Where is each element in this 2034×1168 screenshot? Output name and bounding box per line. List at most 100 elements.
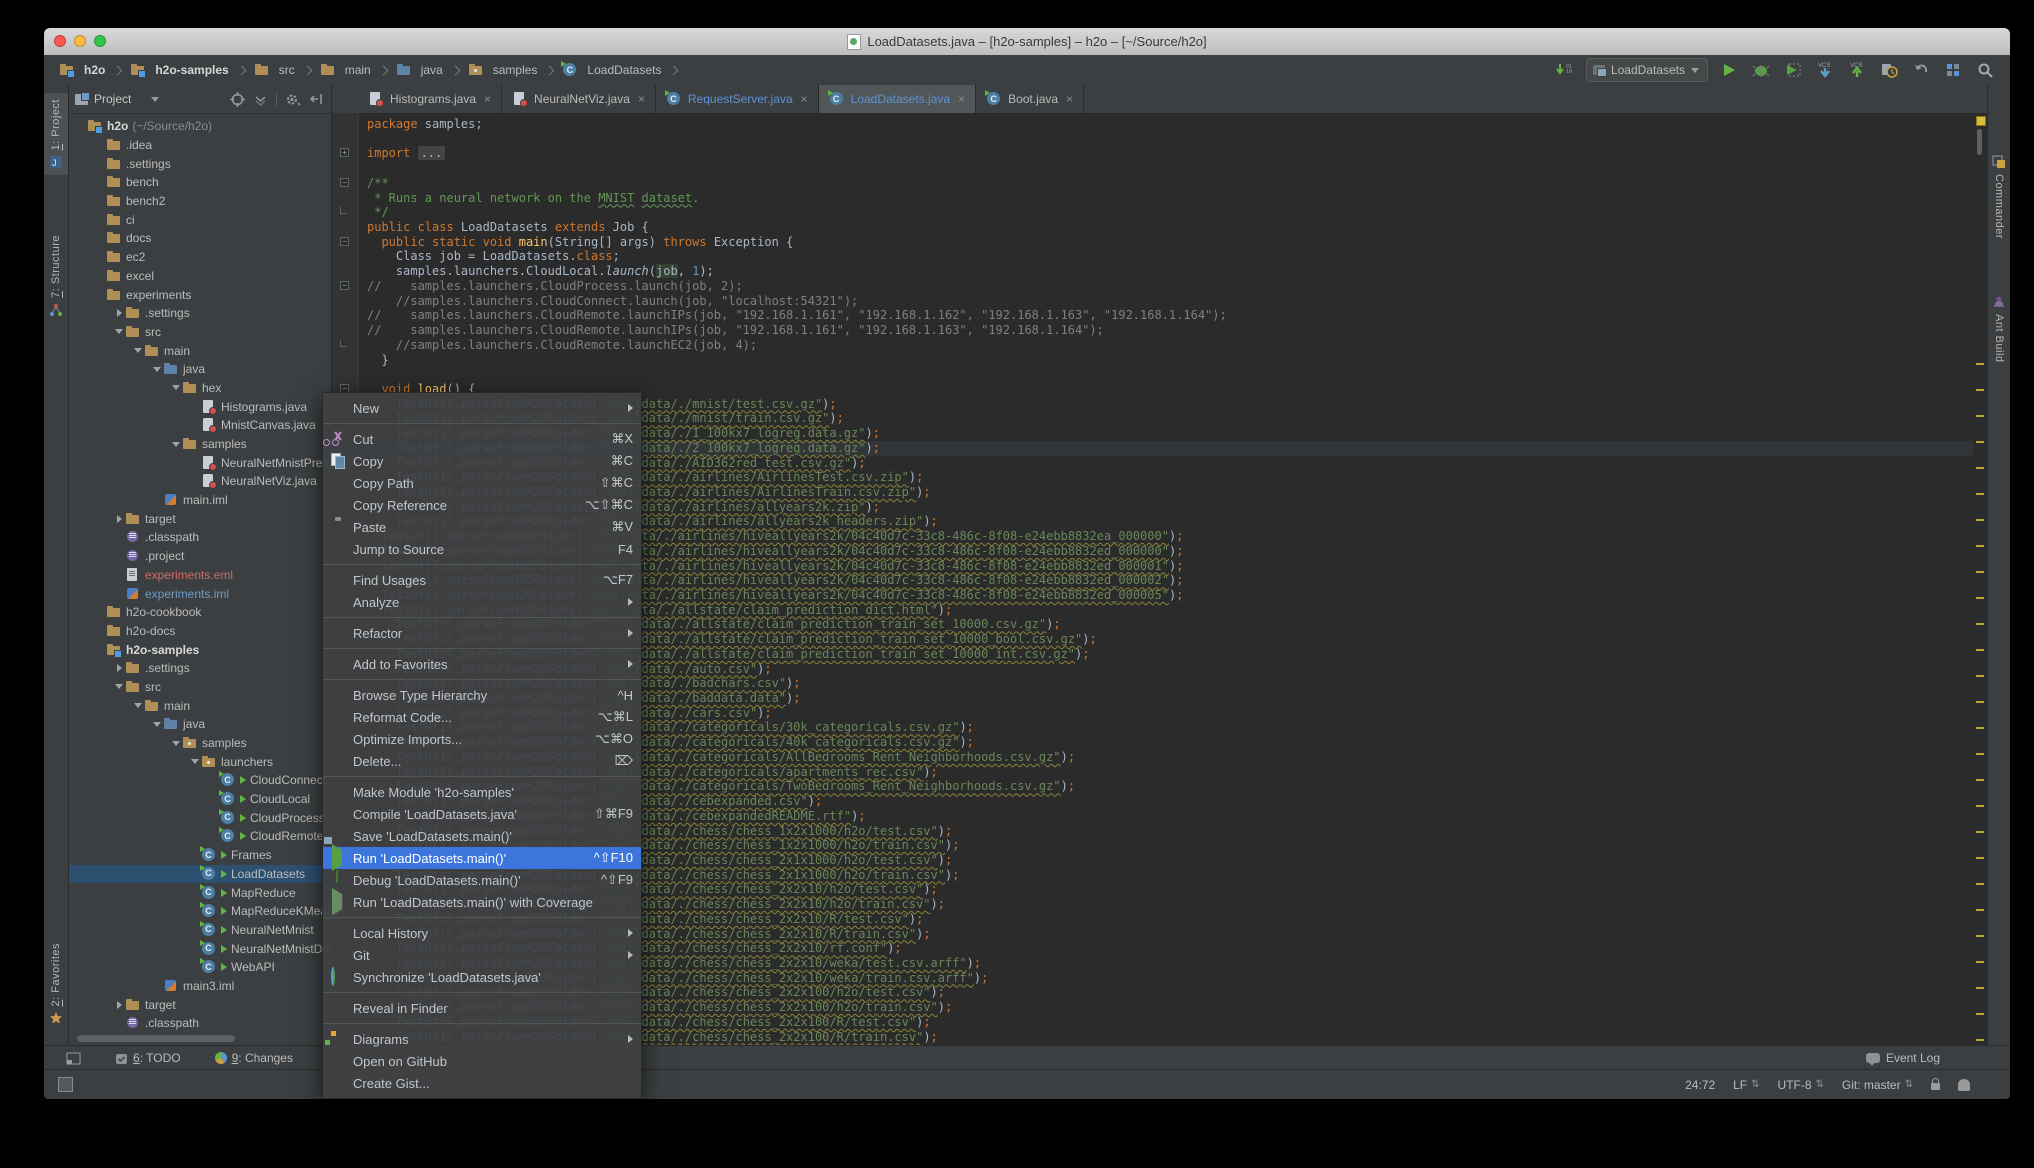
collapse-arrow-icon[interactable] — [113, 309, 125, 317]
menu-item-new[interactable]: New — [323, 397, 641, 419]
code-line[interactable]: package samples; — [367, 117, 1973, 132]
tree-item-target[interactable]: target — [69, 509, 331, 528]
fold-marker-icon[interactable] — [340, 207, 347, 214]
warning-stripe-mark[interactable] — [1976, 987, 1984, 989]
highlighting-level-icon[interactable] — [1958, 1079, 1970, 1091]
warning-stripe-mark[interactable] — [1976, 545, 1984, 547]
undo-icon[interactable] — [1910, 59, 1932, 81]
warning-stripe-mark[interactable] — [1976, 779, 1984, 781]
expand-arrow-icon[interactable] — [132, 348, 144, 353]
warning-stripe-mark[interactable] — [1976, 701, 1984, 703]
history-icon[interactable] — [1878, 59, 1900, 81]
tree-item-main[interactable]: main — [69, 341, 331, 360]
caret-position[interactable]: 24:72 — [1685, 1078, 1715, 1092]
menu-item-analyze[interactable]: Analyze — [323, 591, 641, 613]
tree-item-h2o-samples[interactable]: h2o-samples — [69, 640, 331, 659]
warning-stripe-mark[interactable] — [1976, 649, 1984, 651]
search-icon[interactable] — [1974, 59, 1996, 81]
code-line[interactable]: // samples.launchers.CloudRemote.launchI… — [367, 308, 1973, 323]
debug-button[interactable] — [1750, 59, 1772, 81]
breadcrumb-item-java[interactable]: java — [393, 61, 446, 79]
tree-item-hex[interactable]: hex — [69, 379, 331, 398]
tree-item-mapreduce[interactable]: CMapReduce — [69, 883, 331, 902]
horizontal-scrollbar[interactable] — [77, 1035, 235, 1042]
minimize-window-button[interactable] — [74, 35, 86, 47]
warning-stripe-mark[interactable] — [1976, 1013, 1984, 1015]
menu-item-find-usages[interactable]: Find Usages⌥F7 — [323, 569, 641, 591]
menu-item-debug-loaddatasets-main[interactable]: Debug 'LoadDatasets.main()'^⇧F9 — [323, 869, 641, 891]
column-data-icon[interactable]: 0110 — [1554, 59, 1576, 81]
expand-arrow-icon[interactable] — [113, 329, 125, 334]
tree-item-ci[interactable]: ci — [69, 210, 331, 229]
git-branch-select[interactable]: Git: master⇅ — [1842, 1078, 1913, 1092]
sidebar-item-project[interactable]: 1: Project J — [44, 93, 68, 175]
expand-arrow-icon[interactable] — [113, 684, 125, 689]
tab-boot-java[interactable]: CBoot.java× — [976, 85, 1084, 113]
tree-item--settings[interactable]: .settings — [69, 659, 331, 678]
tree-item--settings[interactable]: .settings — [69, 304, 331, 323]
tab-neuralnetviz-java[interactable]: NeuralNetViz.java× — [502, 85, 656, 113]
menu-item-browse-type-hierarchy[interactable]: Browse Type Hierarchy^H — [323, 684, 641, 706]
tree-item-main[interactable]: main — [69, 696, 331, 715]
zoom-window-button[interactable] — [94, 35, 106, 47]
menu-item-git[interactable]: Git — [323, 944, 641, 966]
tree-item-main-iml[interactable]: main.iml — [69, 491, 331, 510]
warning-stripe-mark[interactable] — [1976, 571, 1984, 573]
tab-histograms-java[interactable]: Histograms.java× — [358, 85, 502, 113]
tree-item-excel[interactable]: excel — [69, 267, 331, 286]
tree-item--settings[interactable]: .settings — [69, 154, 331, 173]
menu-item-save-loaddatasets-main[interactable]: Save 'LoadDatasets.main()' — [323, 825, 641, 847]
warning-stripe-mark[interactable] — [1976, 441, 1984, 443]
breadcrumb-item-main[interactable]: main — [317, 61, 374, 79]
code-line[interactable]: samples.launchers.CloudLocal.launch(job,… — [367, 264, 1973, 279]
close-icon[interactable]: × — [1066, 92, 1073, 106]
warning-stripe-mark[interactable] — [1976, 493, 1984, 495]
vcs-update-button[interactable]: VCS — [1814, 59, 1836, 81]
menu-item-reformat-code[interactable]: Reformat Code...⌥⌘L — [323, 706, 641, 728]
menu-item-jump-to-source[interactable]: Jump to SourceF4 — [323, 538, 641, 560]
fold-marker-icon[interactable]: − — [340, 178, 349, 187]
warning-stripe-mark[interactable] — [1976, 675, 1984, 677]
close-icon[interactable]: × — [484, 92, 491, 106]
hide-panel-icon[interactable] — [309, 92, 323, 106]
sidebar-item-favorites[interactable]: 2: Favorites — [44, 943, 68, 1025]
warning-stripe-mark[interactable] — [1976, 363, 1984, 365]
menu-item-create-gist[interactable]: Create Gist... — [323, 1072, 641, 1094]
warning-stripe-mark[interactable] — [1976, 961, 1984, 963]
tree-item-experiments[interactable]: experiments — [69, 285, 331, 304]
menu-item-run-loaddatasets-main[interactable]: Run 'LoadDatasets.main()'^⇧F10 — [323, 847, 641, 869]
sidebar-item-structure[interactable]: 7: Structure — [44, 235, 68, 317]
breadcrumb-item-h2o[interactable]: h2o — [56, 61, 108, 79]
fold-marker-icon[interactable]: − — [340, 237, 349, 246]
tree-item-samples[interactable]: samples — [69, 734, 331, 753]
gear-icon[interactable] — [285, 92, 301, 107]
expand-arrow-icon[interactable] — [132, 703, 144, 708]
expand-arrow-icon[interactable] — [151, 722, 163, 727]
menu-item-copy-path[interactable]: Copy Path⇧⌘C — [323, 472, 641, 494]
tree-item-experiments-iml[interactable]: experiments.iml — [69, 584, 331, 603]
warning-stripe-mark[interactable] — [1976, 831, 1984, 833]
tree-item-mapreducekmeans[interactable]: CMapReduceKMeans — [69, 902, 331, 921]
menu-item-copy-reference[interactable]: Copy Reference⌥⇧⌘C — [323, 494, 641, 516]
tree-item--idea[interactable]: .idea — [69, 136, 331, 155]
tree-item--classpath[interactable]: .classpath — [69, 1014, 331, 1033]
error-stripe[interactable] — [1973, 113, 1987, 1045]
menu-item-add-to-favorites[interactable]: Add to Favorites — [323, 653, 641, 675]
line-ending-select[interactable]: LF⇅ — [1733, 1078, 1759, 1092]
close-icon[interactable]: × — [801, 92, 808, 106]
encoding-select[interactable]: UTF-8⇅ — [1778, 1078, 1824, 1092]
code-line[interactable]: import ... — [367, 146, 1973, 161]
toolwindow-toggle-icon[interactable] — [58, 1077, 73, 1092]
tree-item-src[interactable]: src — [69, 678, 331, 697]
expand-arrow-icon[interactable] — [189, 759, 201, 764]
code-line[interactable]: // samples.launchers.CloudProcess.launch… — [367, 279, 1973, 294]
tree-item-frames[interactable]: CFrames — [69, 846, 331, 865]
collapse-arrow-icon[interactable] — [113, 515, 125, 523]
code-line[interactable]: } — [367, 353, 1973, 368]
tree-item-neuralnetmnist[interactable]: CNeuralNetMnist — [69, 921, 331, 940]
toolbar-button-changes[interactable]: 9: Changes — [215, 1051, 293, 1065]
tree-item-bench2[interactable]: bench2 — [69, 192, 331, 211]
fold-marker-icon[interactable]: + — [340, 148, 349, 157]
tree-item-java[interactable]: java — [69, 360, 331, 379]
menu-item-open-on-github[interactable]: Open on GitHub — [323, 1050, 641, 1072]
